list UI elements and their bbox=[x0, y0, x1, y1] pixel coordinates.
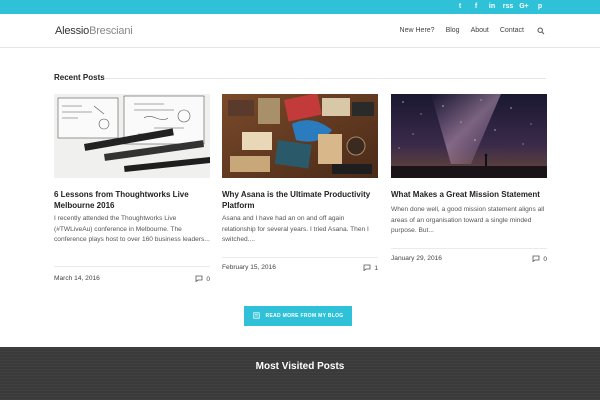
post-thumbnail-desk-items[interactable] bbox=[222, 94, 378, 178]
post-excerpt: Asana and I have had an on and off again… bbox=[222, 215, 369, 243]
post-divider bbox=[391, 248, 547, 249]
nav-item-about[interactable]: About bbox=[471, 27, 489, 35]
comment-count: 1 bbox=[374, 265, 378, 272]
logo-first-name: Alessio bbox=[55, 25, 90, 37]
top-social-bar: t f in rss G+ p bbox=[0, 0, 600, 14]
most-visited-section: Most Visited Posts bbox=[0, 347, 600, 400]
nav-item-new-here[interactable]: New Here? bbox=[400, 27, 435, 35]
post-title[interactable]: What Makes a Great Mission Statement bbox=[391, 189, 547, 200]
read-more-label: READ MORE FROM MY BLOG bbox=[265, 313, 344, 319]
nav-item-blog[interactable]: Blog bbox=[446, 27, 460, 35]
site-header: AlessioBresciani New Here? Blog About Co… bbox=[0, 14, 600, 48]
post-thumbnail-night-sky[interactable] bbox=[391, 94, 547, 178]
comment-icon bbox=[363, 264, 371, 273]
post-title[interactable]: Why Asana is the Ultimate Productivity P… bbox=[222, 189, 378, 211]
post-card: What Makes a Great Mission Statement Whe… bbox=[391, 94, 547, 263]
google-plus-icon[interactable]: G+ bbox=[516, 2, 532, 12]
read-more-button[interactable]: READ MORE FROM MY BLOG bbox=[244, 306, 352, 326]
comment-icon bbox=[532, 255, 540, 264]
linkedin-icon[interactable]: in bbox=[484, 2, 500, 12]
post-card: 6 Lessons from Thoughtworks Live Melbour… bbox=[54, 94, 210, 283]
rss-icon[interactable]: rss bbox=[500, 2, 516, 12]
post-date: January 29, 2016 bbox=[391, 255, 442, 262]
post-comments[interactable]: 1 bbox=[363, 264, 378, 273]
twitter-icon[interactable]: t bbox=[452, 2, 468, 12]
section-divider bbox=[106, 78, 546, 79]
section-title-recent-posts: Recent Posts bbox=[54, 73, 105, 82]
post-date: February 15, 2016 bbox=[222, 264, 276, 271]
pinterest-icon[interactable]: p bbox=[532, 2, 548, 12]
post-divider bbox=[222, 257, 378, 258]
post-excerpt: When done well, a good mission statement… bbox=[391, 206, 545, 234]
post-title[interactable]: 6 Lessons from Thoughtworks Live Melbour… bbox=[54, 189, 210, 211]
post-card: Why Asana is the Ultimate Productivity P… bbox=[222, 94, 378, 272]
logo-last-name: Bresciani bbox=[89, 25, 133, 37]
post-thumbnail-sketch-notes[interactable] bbox=[54, 94, 210, 178]
comment-count: 0 bbox=[543, 256, 547, 263]
book-icon bbox=[252, 311, 260, 321]
social-links: t f in rss G+ p bbox=[452, 2, 548, 12]
section-title-most-visited: Most Visited Posts bbox=[255, 361, 345, 372]
post-date: March 14, 2016 bbox=[54, 275, 100, 282]
comment-icon bbox=[195, 275, 203, 284]
search-icon[interactable] bbox=[537, 27, 545, 35]
facebook-icon[interactable]: f bbox=[468, 2, 484, 12]
comment-count: 0 bbox=[206, 276, 210, 283]
nav-item-contact[interactable]: Contact bbox=[500, 27, 524, 35]
post-divider bbox=[54, 266, 210, 267]
post-comments[interactable]: 0 bbox=[532, 255, 547, 264]
main-nav: New Here? Blog About Contact bbox=[389, 27, 545, 35]
footer-texture bbox=[0, 347, 600, 400]
post-comments[interactable]: 0 bbox=[195, 275, 210, 284]
post-excerpt: I recently attended the Thoughtworks Liv… bbox=[54, 215, 210, 243]
site-logo[interactable]: AlessioBresciani bbox=[55, 25, 133, 37]
